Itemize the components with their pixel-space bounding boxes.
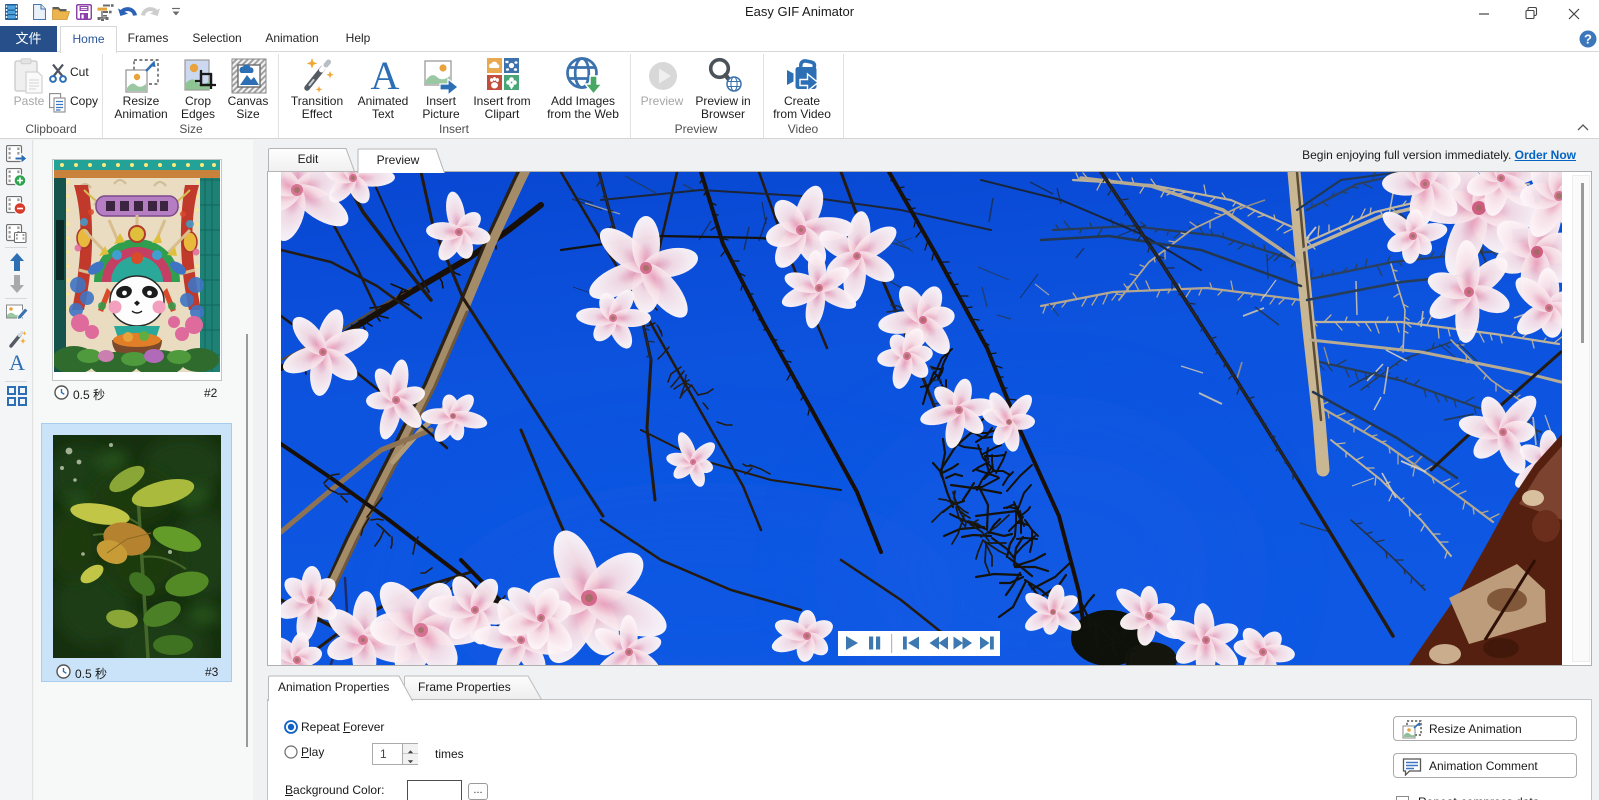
svg-text:?: ?	[1584, 32, 1592, 47]
